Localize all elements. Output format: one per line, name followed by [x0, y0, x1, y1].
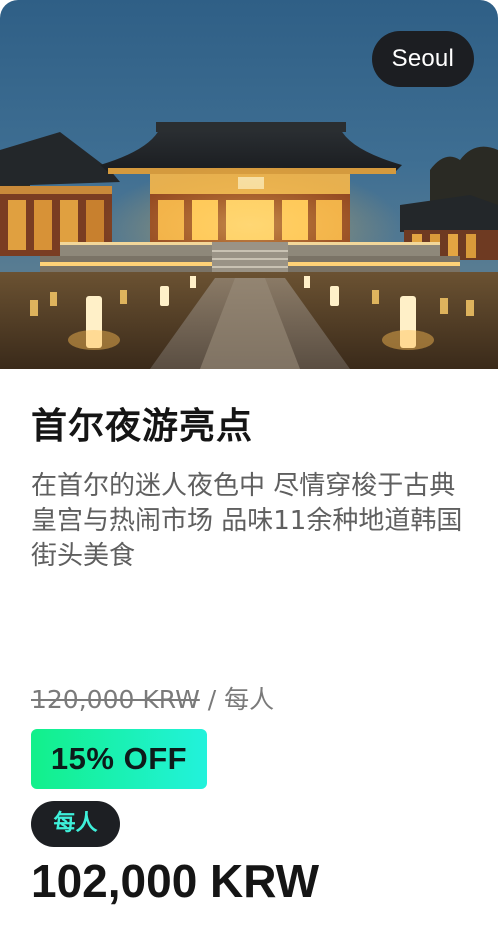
original-price-row: 120,000 KRW / 每人	[31, 682, 274, 718]
original-price: 120,000 KRW	[31, 685, 200, 714]
location-badge: Seoul	[371, 31, 474, 87]
tour-description: 在首尔的迷人夜色中 尽情穿梭于古典皇宫与热闹市场 品味11余种地道韩国街头美食	[31, 471, 463, 571]
discount-badge: 15% OFF	[31, 729, 207, 789]
tour-card[interactable]: Seoul 首尔夜游亮点 在首尔的迷人夜色中 尽情穿梭于古典皇宫与热闹市场 品味…	[0, 0, 498, 939]
hero-image: Seoul	[0, 0, 498, 369]
per-person-suffix: / 每人	[199, 685, 275, 714]
tour-title[interactable]: 首尔夜游亮点	[31, 403, 253, 451]
final-price: 102,000 KRW	[31, 855, 320, 907]
price-unit-badge: 每人	[31, 801, 120, 847]
